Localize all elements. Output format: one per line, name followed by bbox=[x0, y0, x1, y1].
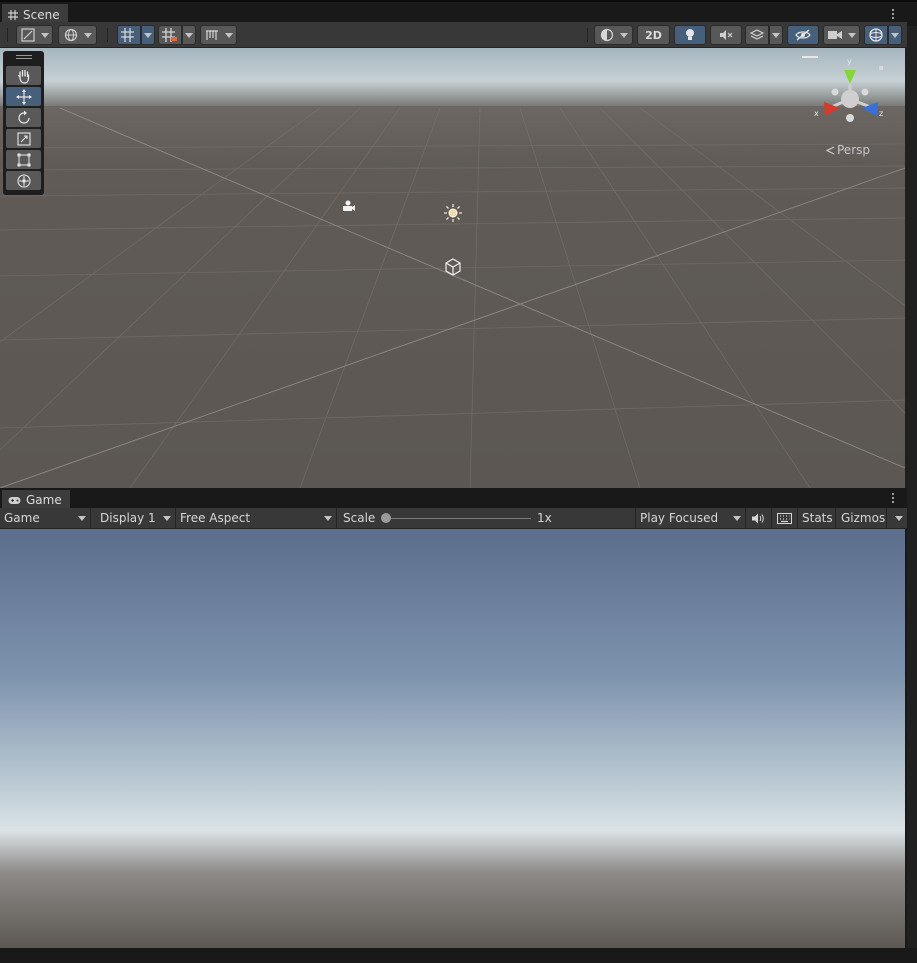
effects-options-dropdown[interactable] bbox=[769, 25, 783, 45]
perspective-toggle[interactable]: Persp bbox=[826, 143, 870, 157]
stats-label: Stats bbox=[802, 511, 833, 525]
gizmos-label: Gizmos bbox=[841, 511, 886, 525]
game-render bbox=[0, 529, 905, 948]
globe-icon bbox=[64, 28, 78, 42]
game-toolbar: Game Display 1 Free Aspect Scale 1x Play… bbox=[0, 508, 907, 529]
aspect-select[interactable]: Free Aspect bbox=[176, 508, 337, 528]
effects-toggle[interactable] bbox=[745, 25, 769, 45]
camera-icon bbox=[827, 29, 842, 41]
toolbar-separator bbox=[587, 28, 588, 42]
draw-mode-icon bbox=[20, 28, 35, 42]
hand-icon bbox=[16, 68, 32, 84]
tab-game-label: Game bbox=[26, 493, 62, 507]
game-panel-menu-icon[interactable] bbox=[891, 493, 895, 503]
camera-gizmo-icon[interactable] bbox=[340, 200, 356, 217]
grid-options-dropdown[interactable] bbox=[141, 25, 155, 45]
audio-muted-icon bbox=[719, 28, 733, 42]
scene-tab-bar: Scene bbox=[0, 0, 917, 24]
lighting-toggle[interactable] bbox=[674, 25, 706, 45]
transform-tool-button[interactable] bbox=[6, 171, 41, 190]
tab-scene-label: Scene bbox=[23, 8, 60, 22]
perspective-label: Persp bbox=[837, 143, 870, 157]
rect-tool-button[interactable] bbox=[6, 150, 41, 169]
snap-toggle[interactable] bbox=[158, 25, 182, 45]
snap-options-dropdown[interactable] bbox=[182, 25, 196, 45]
shading-sphere-icon bbox=[600, 28, 614, 42]
gizmo-axis-x-label: x bbox=[814, 109, 819, 118]
move-arrows-icon bbox=[15, 88, 32, 105]
grid-visibility-toggle[interactable] bbox=[117, 25, 141, 45]
tools-drag-handle[interactable] bbox=[16, 55, 32, 59]
scale-slider-thumb[interactable] bbox=[381, 513, 391, 523]
gamepad-icon bbox=[8, 496, 21, 505]
game-tab-bar: Game bbox=[0, 488, 907, 508]
move-tool-button[interactable] bbox=[6, 87, 41, 106]
toolbar-separator bbox=[7, 28, 8, 42]
gizmos-toggle[interactable] bbox=[864, 25, 888, 45]
effects-layers-icon bbox=[750, 28, 764, 42]
tools-overlay bbox=[3, 51, 44, 195]
audio-toggle[interactable] bbox=[710, 25, 742, 45]
gizmo-sphere-icon bbox=[868, 27, 884, 43]
snap-icon bbox=[162, 28, 178, 42]
render-mode-dropdown[interactable] bbox=[58, 25, 97, 45]
rotate-tool-button[interactable] bbox=[6, 108, 41, 127]
draw-mode-dropdown[interactable] bbox=[16, 25, 53, 45]
keyboard-icon bbox=[777, 512, 792, 524]
scale-slider-group: Scale 1x bbox=[339, 508, 636, 528]
speaker-icon bbox=[752, 513, 765, 524]
gizmos-button[interactable]: Gizmos bbox=[837, 508, 887, 528]
game-mode-select[interactable]: Game bbox=[0, 508, 91, 528]
scale-slider-track[interactable] bbox=[385, 518, 531, 519]
hidden-eye-icon bbox=[795, 28, 811, 42]
mute-audio-toggle[interactable] bbox=[746, 508, 772, 528]
play-mode-value: Play Focused bbox=[640, 511, 719, 525]
lightbulb-icon bbox=[684, 28, 696, 42]
rect-transform-icon bbox=[17, 153, 31, 167]
rotate-icon bbox=[16, 110, 32, 126]
tab-game[interactable]: Game bbox=[2, 490, 70, 508]
orientation-gizmo[interactable]: y x z bbox=[811, 56, 883, 146]
game-viewport[interactable] bbox=[0, 529, 905, 948]
tab-scene[interactable]: Scene bbox=[2, 4, 68, 24]
gizmo-axis-z-label: z bbox=[879, 109, 884, 118]
directional-light-icon[interactable] bbox=[444, 204, 462, 225]
toolbar-separator bbox=[107, 28, 108, 42]
display-value: Display 1 bbox=[100, 511, 156, 525]
stats-button[interactable]: Stats bbox=[798, 508, 836, 528]
play-mode-select[interactable]: Play Focused bbox=[636, 508, 746, 528]
aspect-value: Free Aspect bbox=[180, 511, 251, 525]
game-mode-value: Game bbox=[4, 511, 40, 525]
gizmo-axis-y-label: y bbox=[847, 57, 852, 66]
shortcuts-toggle[interactable] bbox=[772, 508, 798, 528]
scale-tool-button[interactable] bbox=[6, 129, 41, 148]
scene-toolbar: 2D bbox=[0, 22, 907, 48]
cube-object-icon[interactable] bbox=[444, 258, 462, 279]
scene-visibility-toggle[interactable] bbox=[787, 25, 819, 45]
scene-viewport[interactable]: y x z Persp bbox=[0, 48, 905, 488]
gizmos-dropdown[interactable] bbox=[887, 508, 907, 528]
increment-snap-dropdown[interactable] bbox=[200, 25, 237, 45]
2d-mode-button[interactable]: 2D bbox=[637, 25, 670, 45]
hand-tool-button[interactable] bbox=[6, 66, 41, 85]
camera-settings-dropdown[interactable] bbox=[823, 25, 860, 45]
scale-value: 1x bbox=[537, 511, 552, 525]
scene-panel-menu-icon[interactable] bbox=[891, 9, 895, 19]
display-select[interactable]: Display 1 bbox=[96, 508, 176, 528]
shading-mode-dropdown[interactable] bbox=[594, 25, 633, 45]
ruler-icon bbox=[205, 28, 219, 42]
grid-toggle-icon bbox=[121, 28, 137, 42]
scale-label: Scale bbox=[343, 511, 376, 525]
panel-scrollbar[interactable] bbox=[907, 26, 917, 948]
scene-grid-icon bbox=[8, 10, 18, 20]
gizmos-options-dropdown[interactable] bbox=[888, 25, 902, 45]
scale-icon bbox=[16, 131, 31, 146]
bottom-status-strip bbox=[0, 948, 917, 963]
transform-icon bbox=[16, 173, 32, 189]
perspective-icon bbox=[826, 145, 835, 155]
